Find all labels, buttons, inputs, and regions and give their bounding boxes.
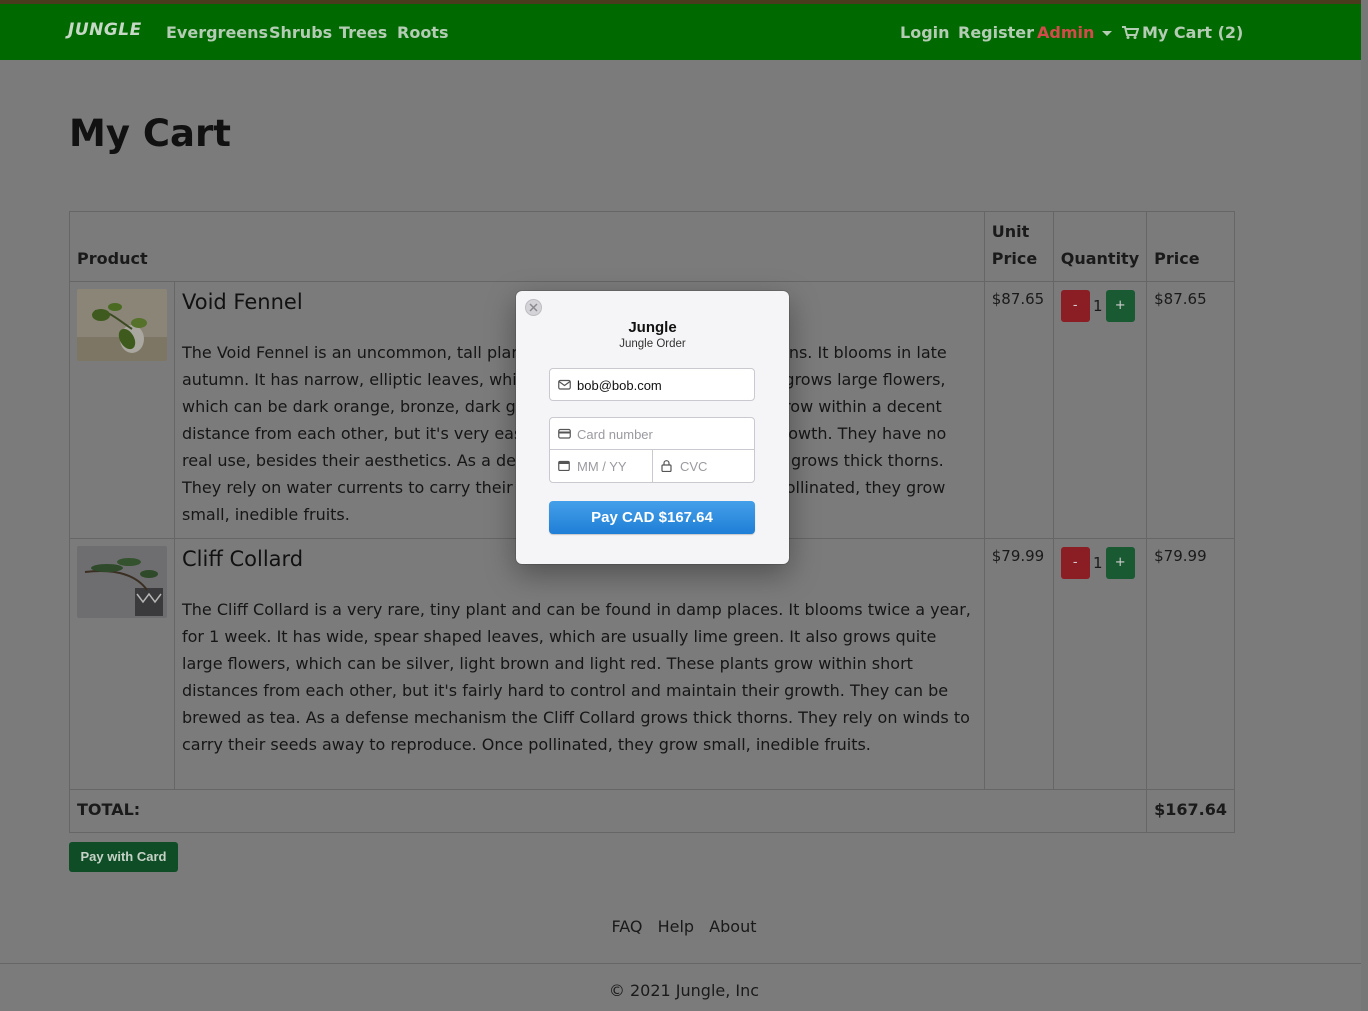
footer-links: FAQ Help About — [0, 917, 1368, 936]
nav-register[interactable]: Register — [958, 23, 1034, 42]
product-info-cell: Cliff Collard The Cliff Collard is a ver… — [174, 538, 985, 790]
unit-price: $79.99 — [983, 538, 1054, 790]
header-price: Price — [1146, 211, 1235, 282]
increase-quantity-button[interactable]: + — [1105, 547, 1135, 579]
credit-card-icon — [558, 428, 571, 439]
product-description: The Cliff Collard is a very rare, tiny p… — [182, 600, 971, 754]
nav-admin-dropdown[interactable]: Admin — [1037, 23, 1113, 42]
header-unit-price: Unit Price — [983, 211, 1054, 282]
cvc-placeholder: CVC — [680, 459, 708, 474]
total-row: TOTAL: $167.64 — [68, 789, 1235, 833]
decrease-quantity-button[interactable]: - — [1060, 290, 1090, 322]
total-label: TOTAL: — [68, 789, 1148, 833]
copyright: © 2021 Jungle, Inc — [608, 981, 760, 1000]
unit-price: $87.65 — [983, 281, 1054, 539]
expiry-placeholder: MM / YY — [577, 459, 627, 474]
cart-icon — [1122, 26, 1139, 39]
email-field[interactable]: bob@bob.com — [549, 368, 755, 401]
nav-trees[interactable]: Trees — [339, 23, 387, 42]
product-image-cell — [69, 538, 175, 790]
header-product: Product — [69, 211, 985, 282]
line-price: $87.65 — [1146, 281, 1235, 539]
checkout-subtitle: Jungle Order — [619, 338, 686, 350]
checkout-title: Jungle — [628, 319, 677, 336]
line-price: $79.99 — [1146, 538, 1235, 790]
decrease-quantity-button[interactable]: - — [1060, 547, 1090, 579]
brand-logo[interactable]: JUNGLE — [68, 20, 142, 40]
chevron-down-icon — [1102, 31, 1113, 36]
quantity-value: 1 — [1092, 297, 1103, 315]
footer-divider — [0, 963, 1368, 964]
quantity-stepper: -1 + — [1052, 538, 1148, 790]
pay-with-card-button[interactable]: Pay with Card — [69, 842, 178, 872]
card-number-placeholder: Card number — [577, 427, 653, 442]
table-header-row: Product Unit Price Quantity Price — [69, 211, 1235, 282]
quantity-value: 1 — [1092, 554, 1103, 572]
email-value: bob@bob.com — [577, 378, 662, 393]
checkout-modal: Jungle Jungle Order bob@bob.com Card num… — [516, 291, 789, 564]
pay-amount-button[interactable]: Pay CAD $167.64 — [549, 501, 755, 534]
lock-icon — [661, 460, 672, 472]
scrollbar[interactable] — [1361, 0, 1368, 1011]
footer-link-about[interactable]: About — [709, 917, 756, 936]
nav-evergreens[interactable]: Evergreens — [166, 23, 268, 42]
product-image-cell — [69, 281, 175, 539]
nav-admin-label: Admin — [1037, 23, 1095, 42]
close-icon[interactable] — [525, 299, 542, 316]
mail-icon — [558, 379, 571, 390]
footer-link-faq[interactable]: FAQ — [612, 917, 643, 936]
increase-quantity-button[interactable]: + — [1105, 290, 1135, 322]
nav-my-cart[interactable]: My Cart (2) — [1122, 23, 1243, 42]
nav-shrubs[interactable]: Shrubs — [269, 23, 332, 42]
total-value: $167.64 — [1146, 789, 1235, 833]
cvc-field[interactable]: CVC — [652, 449, 755, 483]
footer-link-help[interactable]: Help — [658, 917, 694, 936]
product-image — [77, 289, 167, 361]
nav-roots[interactable]: Roots — [397, 23, 448, 42]
nav-login[interactable]: Login — [900, 23, 950, 42]
navbar: JUNGLE Evergreens Shrubs Trees Roots Log… — [0, 4, 1368, 60]
header-quantity: Quantity — [1052, 211, 1148, 282]
quantity-stepper: -1 + — [1052, 281, 1148, 539]
card-number-field[interactable]: Card number — [549, 417, 755, 450]
product-image — [77, 546, 167, 618]
table-row: Cliff Collard The Cliff Collard is a ver… — [69, 538, 1235, 790]
nav-cart-label: My Cart (2) — [1142, 23, 1244, 42]
expiry-field[interactable]: MM / YY — [549, 449, 653, 483]
page-title: My Cart — [69, 112, 231, 155]
calendar-icon — [558, 460, 570, 471]
